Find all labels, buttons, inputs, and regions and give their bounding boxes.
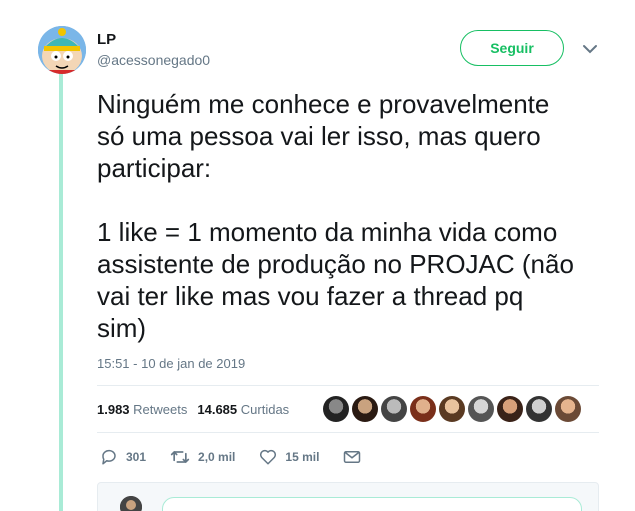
- tweet-text: Ninguém me conhece e provavelmente só um…: [97, 89, 574, 343]
- liker-avatar[interactable]: [381, 396, 407, 422]
- reply-icon: [100, 448, 118, 466]
- liker-avatar[interactable]: [410, 396, 436, 422]
- heart-icon: [259, 448, 277, 466]
- retweet-action[interactable]: 2,0 mil: [170, 448, 235, 466]
- likes-count: 14.685: [197, 402, 238, 417]
- display-name[interactable]: LP: [97, 31, 116, 48]
- reply-action[interactable]: 301: [100, 448, 146, 466]
- retweet-icon: [170, 448, 190, 466]
- user-handle[interactable]: @acessonegado0: [97, 52, 210, 68]
- reply-count: 301: [126, 450, 147, 464]
- thread-line: [59, 74, 63, 511]
- divider: [97, 432, 599, 433]
- retweets-stat[interactable]: 1.983 Retweets: [97, 402, 187, 417]
- retweet-count: 2,0 mil: [198, 450, 236, 464]
- likes-stat[interactable]: 14.685 Curtidas: [197, 402, 289, 417]
- envelope-icon: [343, 449, 361, 465]
- liker-avatar[interactable]: [439, 396, 465, 422]
- liker-avatar[interactable]: [497, 396, 523, 422]
- like-action[interactable]: 15 mil: [259, 448, 319, 466]
- like-count: 15 mil: [285, 450, 320, 464]
- tweet-timestamp[interactable]: 15:51 - 10 de jan de 2019: [97, 356, 245, 371]
- liker-avatar[interactable]: [526, 396, 552, 422]
- retweets-count: 1.983: [97, 402, 130, 417]
- tweet-stats: 1.983 Retweets 14.685 Curtidas: [97, 402, 289, 417]
- liker-avatar[interactable]: [468, 396, 494, 422]
- direct-message-action[interactable]: [343, 449, 361, 465]
- divider: [97, 385, 599, 386]
- current-user-avatar: [120, 496, 142, 511]
- liker-avatars: [323, 396, 581, 422]
- reply-input[interactable]: [162, 497, 582, 511]
- retweets-label: Retweets: [133, 402, 188, 417]
- liker-avatar[interactable]: [555, 396, 581, 422]
- tweet-actions: 301 2,0 mil 15 mil: [100, 448, 385, 466]
- follow-button[interactable]: Seguir: [460, 30, 564, 66]
- user-avatar[interactable]: [38, 26, 86, 74]
- chevron-down-icon[interactable]: [582, 42, 598, 54]
- liker-avatar[interactable]: [352, 396, 378, 422]
- liker-avatar[interactable]: [323, 396, 349, 422]
- likes-label: Curtidas: [240, 402, 290, 417]
